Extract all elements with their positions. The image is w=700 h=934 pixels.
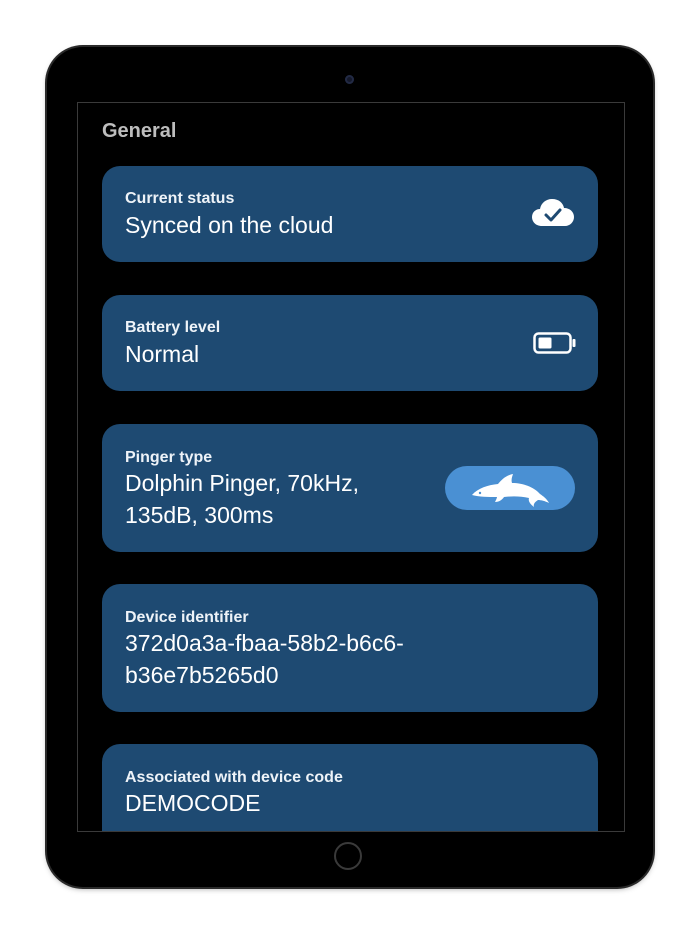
battery-level-value: Normal (125, 341, 200, 367)
home-button[interactable] (334, 842, 362, 870)
current-status-value: Synced on the cloud (125, 212, 334, 238)
pinger-type-badge (445, 466, 575, 510)
front-camera (345, 75, 354, 84)
battery-level-label: Battery level (125, 319, 221, 336)
cloud-check-icon (532, 199, 574, 226)
device-identifier-value: 372d0a3a-fbaa-58b2-b6c6-b36e7b5265d0 (125, 630, 404, 688)
current-status-card: Current status Synced on the cloud (102, 166, 598, 262)
app-screen: General Current status Synced on the clo… (77, 102, 625, 832)
device-identifier-label: Device identifier (125, 609, 249, 626)
battery-level-card: Battery level Normal (102, 295, 598, 391)
device-code-card: Associated with device code DEMOCODE (102, 744, 598, 831)
device-identifier-card: Device identifier 372d0a3a-fbaa-58b2-b6c… (102, 584, 598, 712)
section-title: General (102, 120, 177, 142)
pinger-type-value: Dolphin Pinger, 70kHz, 135dB, 300ms (125, 470, 359, 528)
current-status-label: Current status (125, 190, 235, 207)
device-code-label: Associated with device code (125, 769, 343, 786)
pinger-type-card: Pinger type Dolphin Pinger, 70kHz, 135dB… (102, 424, 598, 552)
device-code-value: DEMOCODE (125, 790, 261, 816)
tablet-frame: General Current status Synced on the clo… (47, 47, 653, 887)
dolphin-icon (472, 474, 549, 507)
pinger-type-label: Pinger type (125, 449, 213, 466)
battery-icon (533, 332, 576, 354)
